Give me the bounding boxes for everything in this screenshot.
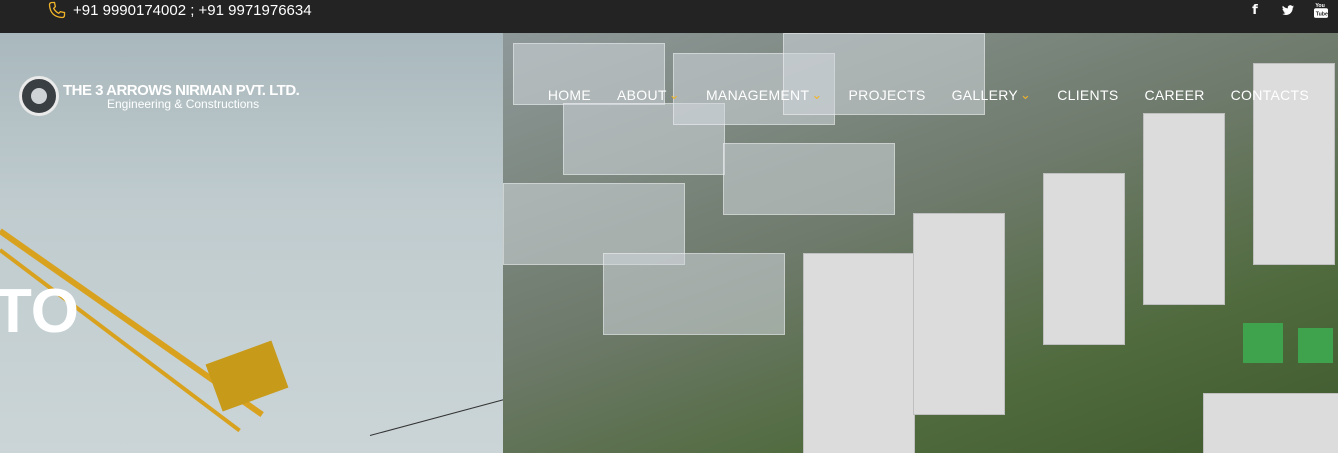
sports-court [1298,328,1333,363]
phone-icon [48,1,66,19]
tower [913,213,1005,415]
nav-clients[interactable]: CLIENTS [1044,87,1131,103]
nav-management-label: MANAGEMENT [705,87,810,103]
chevron-down-icon: ⌄ [1020,87,1032,102]
chevron-down-icon: ⌄ [668,87,680,102]
top-bar: +91 9990174002 ; +91 9971976634 f You Tub… [0,0,1338,33]
logo-tagline: Engineering & Constructions [107,96,260,111]
nav-home[interactable]: HOME [535,87,604,103]
nav-gallery[interactable]: GALLERY ⌄ [939,87,1045,103]
nav-gallery-label: GALLERY [951,87,1019,103]
nav-home-label: HOME [547,87,592,103]
sports-court [1243,323,1283,363]
nav-about[interactable]: ABOUT ⌄ [604,87,693,103]
nav-projects[interactable]: PROJECTS [836,87,939,103]
nav-contacts[interactable]: CONTACTS [1218,87,1322,103]
youtube-icon[interactable]: You Tube [1314,2,1328,18]
svg-text:You: You [1315,3,1325,9]
nav-management[interactable]: MANAGEMENT ⌄ [693,87,836,103]
hero-headline: TO [0,277,79,346]
logo-emblem-icon [19,76,59,116]
crane-cable [369,398,506,436]
roof-block [603,253,785,335]
tower [803,253,915,453]
phone-contact[interactable]: +91 9990174002 ; +91 9971976634 [47,0,312,20]
nav-clients-label: CLIENTS [1057,87,1119,103]
facebook-icon[interactable]: f [1248,2,1262,18]
tower [1143,113,1225,305]
hero-banner: THE 3 ARROWS NIRMAN PVT. LTD. Engineerin… [0,33,1338,453]
nav-about-label: ABOUT [617,87,667,103]
tower [1043,173,1125,345]
logo-text: THE 3 ARROWS NIRMAN PVT. LTD. Engineerin… [63,81,300,111]
svg-text:Tube: Tube [1316,12,1328,18]
nav-contacts-label: CONTACTS [1230,87,1309,103]
crane-cab [205,340,289,412]
phone-numbers: +91 9990174002 ; +91 9971976634 [73,1,312,19]
nav-career-label: CAREER [1144,87,1205,103]
twitter-icon[interactable] [1281,2,1295,18]
tower [1203,393,1338,453]
main-nav: HOME ABOUT ⌄ MANAGEMENT ⌄ PROJECTS GALLERY… [535,87,1322,103]
chevron-down-icon: ⌄ [811,87,823,102]
nav-career[interactable]: CAREER [1131,87,1217,103]
nav-projects-label: PROJECTS [848,87,926,103]
roof-block [723,143,895,215]
social-links: f You Tube [1248,2,1328,18]
logo-brand: THE 3 ARROWS NIRMAN PVT. LTD. [63,81,300,99]
company-logo[interactable]: THE 3 ARROWS NIRMAN PVT. LTD. Engineerin… [19,76,300,116]
